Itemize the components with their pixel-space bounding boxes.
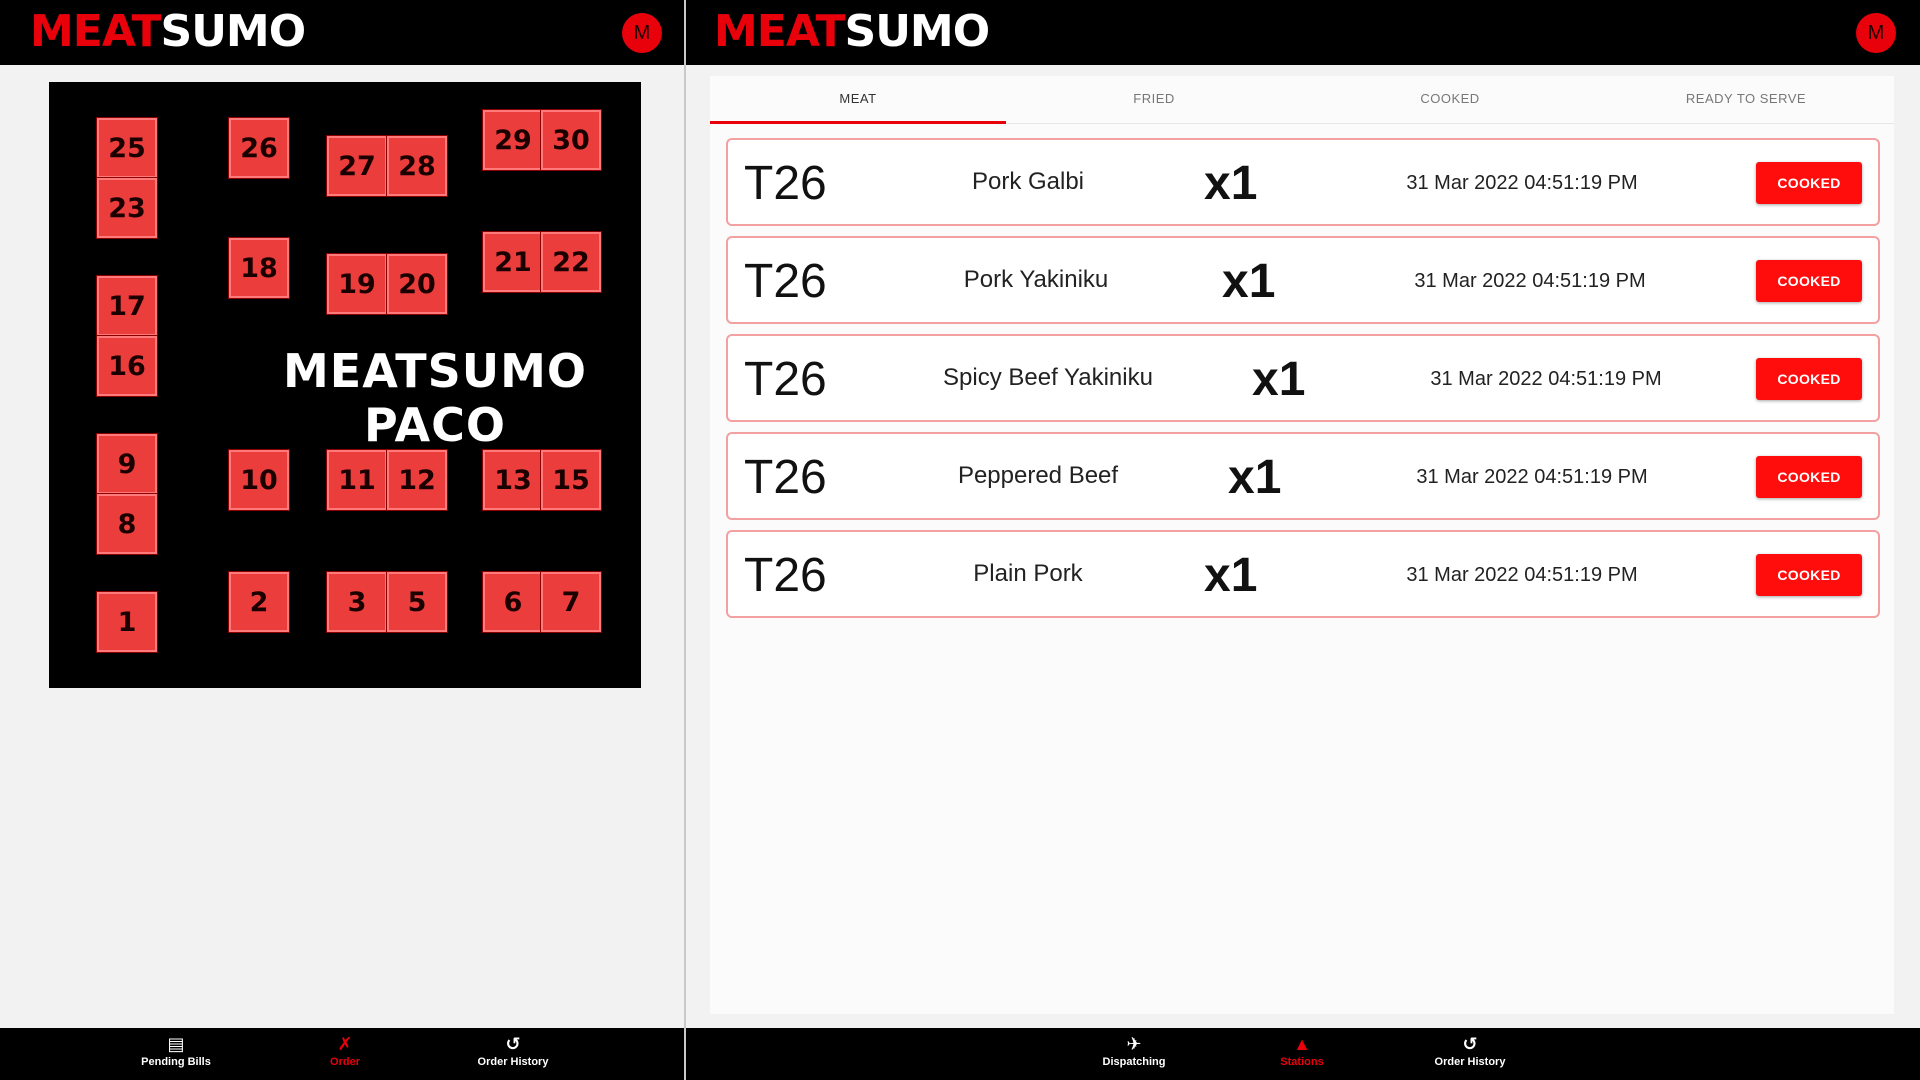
mark-cooked-button[interactable]: COOKED bbox=[1756, 358, 1862, 400]
floor-plan-title: MEATSUMO PACO bbox=[283, 344, 587, 452]
station-panel: MEAT FRIED COOKED READY TO SERVE T26 Por… bbox=[710, 76, 1894, 1014]
order-card: T26 Pork Galbi x1 31 Mar 2022 04:51:19 P… bbox=[726, 138, 1880, 226]
table-23[interactable]: 23 bbox=[96, 177, 158, 239]
order-timestamp: 31 Mar 2022 04:51:19 PM bbox=[1416, 466, 1648, 488]
order-table-number: T26 bbox=[744, 549, 827, 602]
history-icon: ↺ bbox=[505, 1034, 521, 1054]
receipt-icon: ▤ bbox=[167, 1034, 185, 1054]
order-card: T26 Pork Yakiniku x1 31 Mar 2022 04:51:1… bbox=[726, 236, 1880, 324]
order-table-number: T26 bbox=[744, 353, 827, 406]
table-25[interactable]: 25 bbox=[96, 117, 158, 179]
table-15[interactable]: 15 bbox=[540, 449, 602, 511]
order-timestamp: 31 Mar 2022 04:51:19 PM bbox=[1430, 368, 1662, 390]
order-card: T26 Plain Pork x1 31 Mar 2022 04:51:19 P… bbox=[726, 530, 1880, 618]
floor-plan: 25 23 17 16 9 8 1 26 18 10 2 27 28 19 20… bbox=[49, 82, 641, 688]
table-18[interactable]: 18 bbox=[228, 237, 290, 299]
order-card: T26 Peppered Beef x1 31 Mar 2022 04:51:1… bbox=[726, 432, 1880, 520]
order-quantity: x1 bbox=[1204, 549, 1258, 602]
table-1[interactable]: 1 bbox=[96, 591, 158, 653]
mark-cooked-button[interactable]: COOKED bbox=[1756, 260, 1862, 302]
nav-order-history[interactable]: ↺ Order History bbox=[1400, 1034, 1540, 1068]
table-30[interactable]: 30 bbox=[540, 109, 602, 171]
user-avatar[interactable]: M bbox=[622, 13, 662, 53]
order-timestamp: 31 Mar 2022 04:51:19 PM bbox=[1406, 564, 1638, 586]
order-item-name: Pork Yakiniku bbox=[963, 266, 1109, 293]
table-19[interactable]: 19 bbox=[326, 253, 388, 315]
table-13[interactable]: 13 bbox=[482, 449, 544, 511]
order-item-name: Pork Galbi bbox=[971, 168, 1085, 195]
nav-stations[interactable]: ▲ Stations bbox=[1232, 1034, 1372, 1068]
table-21[interactable]: 21 bbox=[482, 231, 544, 293]
order-table-number: T26 bbox=[744, 451, 827, 504]
tab-meat[interactable]: MEAT bbox=[710, 76, 1006, 124]
user-avatar[interactable]: M bbox=[1856, 13, 1896, 53]
order-timestamp: 31 Mar 2022 04:51:19 PM bbox=[1414, 270, 1646, 292]
mark-cooked-button[interactable]: COOKED bbox=[1756, 456, 1862, 498]
left-app-screen: MEATSUMO M 25 23 17 16 9 8 1 26 18 10 2 … bbox=[0, 0, 684, 1080]
order-table-number: T26 bbox=[744, 255, 827, 308]
table-29[interactable]: 29 bbox=[482, 109, 544, 171]
nav-order[interactable]: ✗ Order bbox=[275, 1034, 415, 1068]
order-table-number: T26 bbox=[744, 157, 827, 210]
right-bottom-nav: ✈ Dispatching ▲ Stations ↺ Order History bbox=[686, 1028, 1920, 1080]
table-3[interactable]: 3 bbox=[326, 571, 388, 633]
right-app-screen: MEATSUMO M MEAT FRIED COOKED READY TO SE… bbox=[686, 0, 1920, 1080]
order-item-name: Peppered Beef bbox=[957, 462, 1119, 489]
left-bottom-nav: ▤ Pending Bills ✗ Order ↺ Order History bbox=[0, 1028, 684, 1080]
tab-ready-to-serve[interactable]: READY TO SERVE bbox=[1598, 76, 1894, 124]
order-quantity: x1 bbox=[1252, 353, 1306, 406]
table-11[interactable]: 11 bbox=[326, 449, 388, 511]
table-8[interactable]: 8 bbox=[96, 493, 158, 555]
table-28[interactable]: 28 bbox=[386, 135, 448, 197]
order-timestamp: 31 Mar 2022 04:51:19 PM bbox=[1406, 172, 1638, 194]
history-icon: ↺ bbox=[1462, 1034, 1478, 1054]
table-27[interactable]: 27 bbox=[326, 135, 388, 197]
table-7[interactable]: 7 bbox=[540, 571, 602, 633]
nav-dispatching[interactable]: ✈ Dispatching bbox=[1064, 1034, 1204, 1068]
scooter-icon: ✈ bbox=[1126, 1034, 1142, 1054]
order-quantity: x1 bbox=[1222, 255, 1276, 308]
left-top-bar: MEATSUMO M bbox=[0, 0, 684, 65]
meatsumo-logo: MEATSUMO bbox=[714, 6, 990, 57]
nav-order-history[interactable]: ↺ Order History bbox=[443, 1034, 583, 1068]
station-tabs: MEAT FRIED COOKED READY TO SERVE bbox=[710, 76, 1894, 124]
table-5[interactable]: 5 bbox=[386, 571, 448, 633]
order-card: T26 Spicy Beef Yakiniku x1 31 Mar 2022 0… bbox=[726, 334, 1880, 422]
table-12[interactable]: 12 bbox=[386, 449, 448, 511]
table-2[interactable]: 2 bbox=[228, 571, 290, 633]
mark-cooked-button[interactable]: COOKED bbox=[1756, 554, 1862, 596]
table-10[interactable]: 10 bbox=[228, 449, 290, 511]
order-quantity: x1 bbox=[1228, 451, 1282, 504]
order-item-name: Plain Pork bbox=[973, 560, 1083, 587]
meatsumo-logo: MEATSUMO bbox=[30, 6, 306, 57]
cloche-icon: ▲ bbox=[1293, 1034, 1311, 1054]
tab-cooked[interactable]: COOKED bbox=[1302, 76, 1598, 124]
table-20[interactable]: 20 bbox=[386, 253, 448, 315]
table-17[interactable]: 17 bbox=[96, 275, 158, 337]
table-6[interactable]: 6 bbox=[482, 571, 544, 633]
order-item-name: Spicy Beef Yakiniku bbox=[943, 364, 1153, 391]
table-26[interactable]: 26 bbox=[228, 117, 290, 179]
utensils-icon: ✗ bbox=[337, 1034, 353, 1054]
order-quantity: x1 bbox=[1204, 157, 1258, 210]
table-22[interactable]: 22 bbox=[540, 231, 602, 293]
right-top-bar: MEATSUMO M bbox=[686, 0, 1920, 65]
nav-pending-bills[interactable]: ▤ Pending Bills bbox=[106, 1034, 246, 1068]
mark-cooked-button[interactable]: COOKED bbox=[1756, 162, 1862, 204]
tab-fried[interactable]: FRIED bbox=[1006, 76, 1302, 124]
